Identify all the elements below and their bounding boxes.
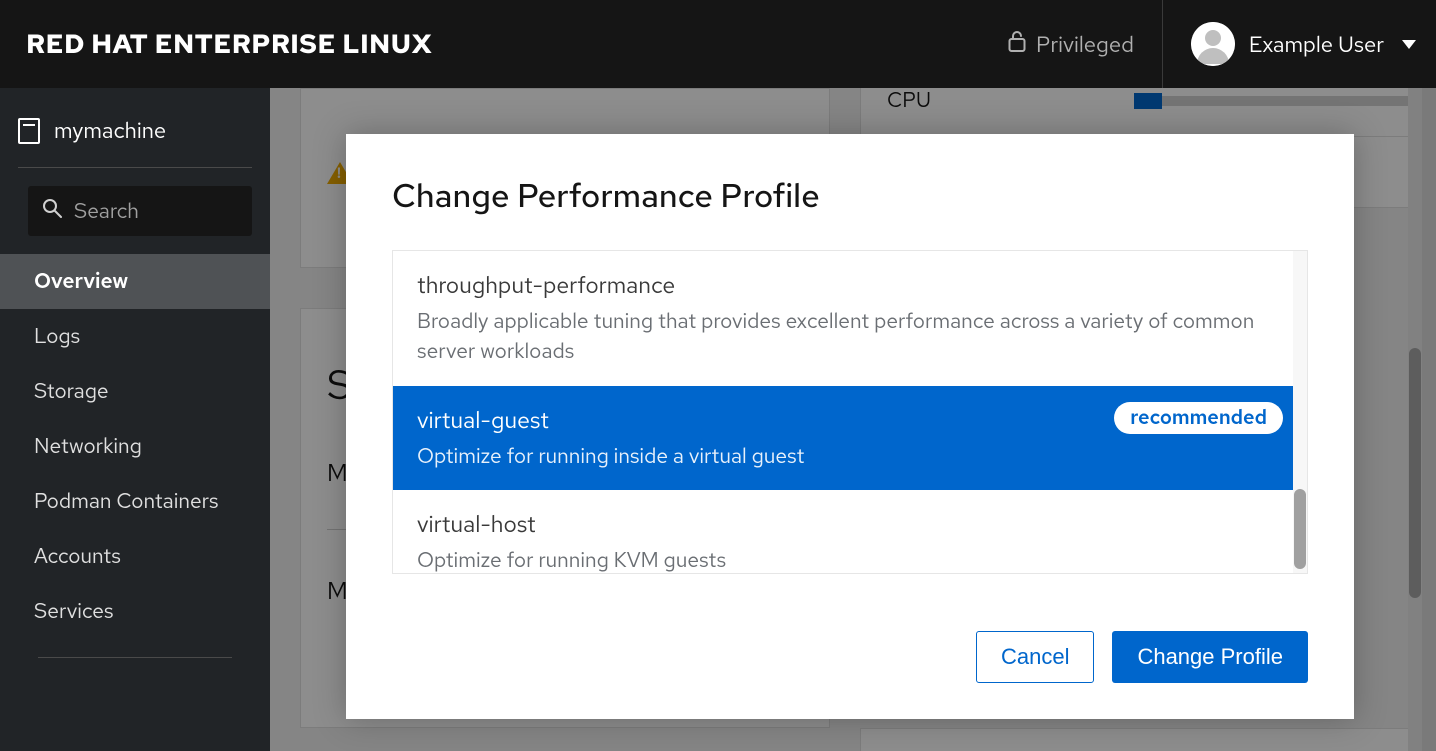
caret-down-icon (1402, 40, 1416, 49)
modal-footer: Cancel Change Profile (392, 631, 1308, 683)
profile-description: Optimize for running KVM guests (417, 546, 1283, 574)
sidebar-item-accounts[interactable]: Accounts (0, 529, 270, 584)
sidebar-item-networking[interactable]: Networking (0, 419, 270, 474)
host-name: mymachine (54, 116, 166, 145)
sidebar: mymachine Search OverviewLogsStorageNetw… (0, 88, 270, 751)
search-placeholder: Search (74, 198, 139, 225)
profile-name: throughput-performance (417, 271, 1283, 301)
profile-list: throughput-performance Broadly applicable… (392, 250, 1308, 574)
profile-description: Optimize for running inside a virtual gu… (417, 442, 1283, 472)
profile-option-throughput-performance[interactable]: throughput-performance Broadly applicable… (393, 251, 1307, 386)
search-input[interactable]: Search (28, 186, 252, 236)
profile-name: virtual-host (417, 510, 1283, 540)
sidebar-item-overview[interactable]: Overview (0, 254, 270, 309)
host-selector[interactable]: mymachine (0, 104, 270, 167)
brand-title: RED HAT ENTERPRISE LINUX (26, 27, 432, 62)
recommended-badge: recommended (1114, 402, 1283, 434)
top-bar: RED HAT ENTERPRISE LINUX Privileged Exam… (0, 0, 1436, 88)
search-icon (42, 198, 62, 225)
divider (38, 657, 232, 658)
top-right: Privileged Example User (980, 0, 1416, 88)
sidebar-item-podman-containers[interactable]: Podman Containers (0, 474, 270, 529)
privileged-toggle[interactable]: Privileged (980, 0, 1163, 88)
divider (18, 167, 252, 168)
modal-title: Change Performance Profile (392, 174, 1308, 218)
profile-option-virtual-guest[interactable]: virtual-guestOptimize for running inside… (393, 386, 1307, 490)
sidebar-item-logs[interactable]: Logs (0, 309, 270, 364)
change-profile-button[interactable]: Change Profile (1112, 631, 1308, 683)
sidebar-item-services[interactable]: Services (0, 584, 270, 639)
user-menu[interactable]: Example User (1163, 22, 1416, 66)
privileged-label: Privileged (1036, 30, 1134, 59)
change-profile-modal: Change Performance Profile throughput-pe… (346, 134, 1354, 719)
list-scrollbar[interactable] (1293, 251, 1307, 573)
user-name: Example User (1249, 30, 1384, 59)
sidebar-item-storage[interactable]: Storage (0, 364, 270, 419)
profile-option-virtual-host[interactable]: virtual-host Optimize for running KVM gue… (393, 490, 1307, 574)
server-icon (18, 118, 40, 144)
avatar-icon (1191, 22, 1235, 66)
cancel-button[interactable]: Cancel (976, 631, 1094, 683)
unlock-icon (1008, 30, 1026, 59)
profile-description: Broadly applicable tuning that provides … (417, 307, 1283, 368)
nav-list: OverviewLogsStorageNetworkingPodman Cont… (0, 254, 270, 639)
